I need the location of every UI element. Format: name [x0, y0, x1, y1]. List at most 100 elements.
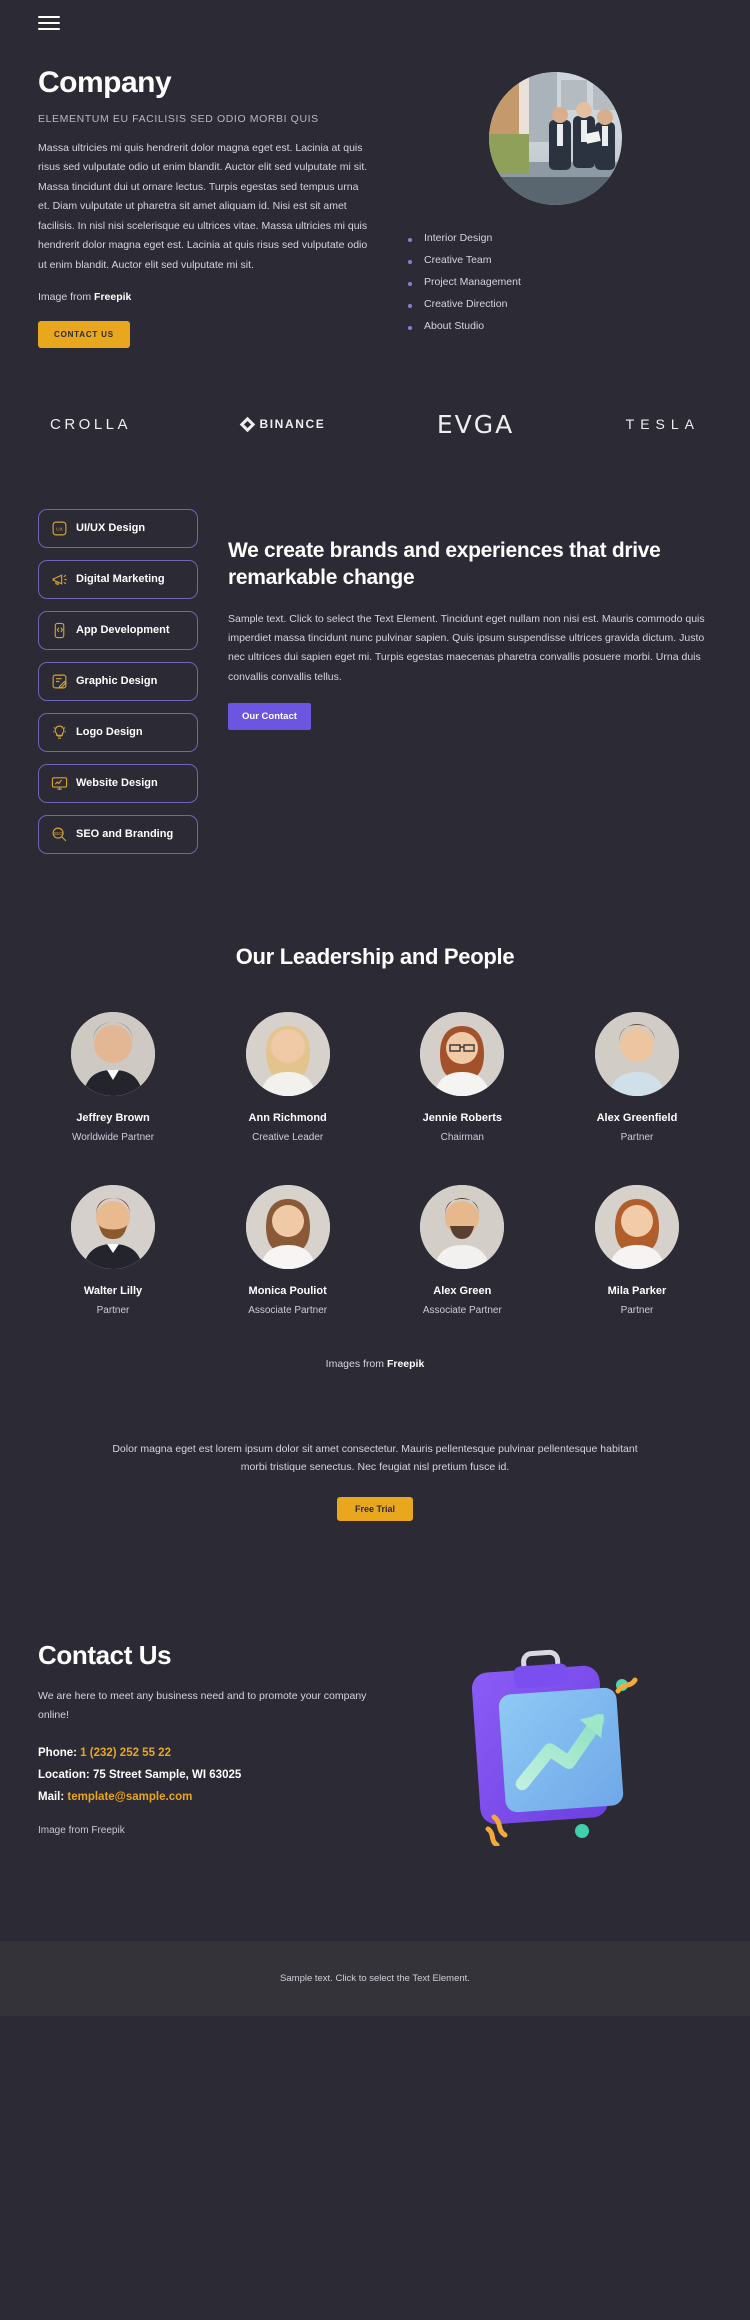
team-credit-brand: Freepik [386, 1357, 425, 1370]
service-pill-seo-branding[interactable]: SEO SEO and Branding [38, 814, 198, 854]
contact-location-row: Location: 75 Street Sample, WI 63025 [38, 1769, 368, 1781]
code-phone-icon [54, 622, 65, 639]
services-heading: We create brands and experiences that dr… [228, 538, 661, 590]
team-member[interactable]: Alex Greenfield Partner [562, 1011, 712, 1143]
member-name: Alex Greenfield [596, 1111, 678, 1124]
promo-section: Dolor magna eget est lorem ipsum dolor s… [0, 1370, 750, 1521]
hero-subtitle: ELEMENTUM EU FACILISIS SED ODIO MORBI QU… [38, 113, 319, 125]
member-name: Monica Pouliot [248, 1284, 327, 1297]
service-pill-label: Graphic Design [76, 675, 158, 688]
list-item[interactable]: Project Management [408, 271, 712, 293]
avatar [245, 1184, 330, 1269]
service-pill-label: App Development [76, 624, 170, 637]
lightbulb-icon [53, 725, 66, 739]
contact-location-label: Location: [38, 1769, 93, 1782]
avatar-graphic [71, 1011, 155, 1096]
service-pill-ui-ux-design[interactable]: UX UI/UX Design [38, 508, 198, 548]
avatar-graphic [71, 1184, 155, 1269]
member-role: Partner [620, 1304, 654, 1316]
hero-right-column: Interior Design Creative Team Project Ma… [398, 66, 712, 348]
member-role: Partner [96, 1304, 130, 1316]
member-role: Worldwide Partner [71, 1131, 155, 1143]
team-member[interactable]: Jeffrey Brown Worldwide Partner [38, 1011, 188, 1143]
megaphone-icon [52, 574, 67, 586]
contact-right-column [388, 1631, 712, 1846]
free-trial-button[interactable]: Free Trial [336, 1496, 414, 1521]
contact-mail-label: Mail: [38, 1791, 68, 1804]
list-item[interactable]: Creative Direction [408, 293, 712, 315]
service-pill-label: Digital Marketing [76, 573, 165, 586]
contact-mail-row: Mail: template@sample.com [38, 1791, 368, 1803]
avatar [420, 1011, 505, 1096]
hero-left-column: Company ELEMENTUM EU FACILISIS SED ODIO … [38, 66, 368, 348]
contact-heading: Contact Us [38, 1640, 172, 1671]
hero-credit-prefix: Image from [38, 290, 95, 303]
team-member[interactable]: Alex Green Associate Partner [387, 1184, 537, 1316]
monitor-chart-icon [51, 777, 68, 790]
footer: Sample text. Click to select the Text El… [0, 1940, 750, 2016]
our-contact-button[interactable]: Our Contact [228, 703, 311, 731]
logo-tesla: TESLA [625, 416, 700, 433]
partner-logos-row: CROLLA BINANCE EVGA TESLA [0, 348, 750, 487]
hero-photo-businessmen [488, 72, 622, 205]
contact-subtitle: We are here to meet any business need an… [38, 1690, 367, 1722]
contact-left-column: Contact Us We are here to meet any busin… [38, 1640, 368, 1836]
hamburger-menu-icon[interactable] [38, 16, 60, 30]
svg-text:SEO: SEO [54, 831, 64, 836]
top-bar [0, 0, 750, 46]
team-member[interactable]: Walter Lilly Partner [38, 1184, 188, 1316]
list-item[interactable]: Creative Team [408, 249, 712, 271]
service-pill-label: SEO and Branding [76, 828, 174, 841]
member-role: Partner [620, 1131, 654, 1143]
avatar [71, 1184, 155, 1269]
logo-crolla: CROLLA [50, 415, 132, 433]
member-name: Walter Lilly [83, 1284, 143, 1297]
service-pill-website-design[interactable]: Website Design [38, 763, 198, 803]
team-member[interactable]: Mila Parker Partner [562, 1184, 712, 1316]
team-member[interactable]: Monica Pouliot Associate Partner [213, 1184, 363, 1316]
team-member[interactable]: Jennie Roberts Chairman [387, 1011, 537, 1143]
avatar-graphic [594, 1184, 679, 1269]
list-item[interactable]: About Studio [408, 315, 712, 337]
avatar [245, 1011, 330, 1096]
avatar [420, 1184, 505, 1269]
list-item[interactable]: Interior Design [408, 227, 712, 249]
member-role: Chairman [440, 1131, 484, 1143]
avatar-graphic [245, 1011, 330, 1096]
avatar [71, 1011, 155, 1096]
office-photo-graphic [488, 72, 622, 205]
team-row-1: Jeffrey Brown Worldwide Partner Ann Rich… [38, 1011, 712, 1143]
avatar-graphic [420, 1184, 505, 1269]
member-name: Ann Richmond [248, 1111, 327, 1124]
services-content: We create brands and experiences that dr… [228, 509, 712, 854]
member-role: Creative Leader [252, 1131, 324, 1143]
contact-us-button[interactable]: CONTACT US [38, 320, 130, 348]
contact-phone-value[interactable]: 1 (232) 252 55 22 [80, 1747, 171, 1759]
service-pill-app-development[interactable]: App Development [38, 610, 198, 650]
member-role: Associate Partner [248, 1304, 328, 1316]
logo-evga: EVGA [436, 409, 515, 439]
svg-text:UX: UX [56, 527, 64, 533]
contact-section: Contact Us We are here to meet any busin… [0, 1521, 750, 1846]
binance-diamond-icon [240, 416, 256, 433]
contact-mail-value[interactable]: template@sample.com [67, 1791, 192, 1803]
service-pill-digital-marketing[interactable]: Digital Marketing [38, 559, 198, 599]
hero-feature-list: Interior Design Creative Team Project Ma… [398, 227, 712, 337]
service-pill-logo-design[interactable]: Logo Design [38, 712, 198, 752]
hero-body-text: Massa ultricies mi quis hendrerit dolor … [38, 142, 368, 271]
contact-location-value: 75 Street Sample, WI 63025 [92, 1769, 242, 1782]
services-body-text: Sample text. Click to select the Text El… [228, 612, 705, 683]
page-title: Company [38, 66, 172, 99]
avatar-graphic [245, 1184, 330, 1269]
member-role: Associate Partner [422, 1304, 502, 1316]
member-name: Mila Parker [607, 1284, 667, 1297]
team-images-credit: Images from Freepik [38, 1358, 712, 1370]
service-pill-graphic-design[interactable]: Graphic Design [38, 661, 198, 701]
hero-section: Company ELEMENTUM EU FACILISIS SED ODIO … [0, 46, 750, 348]
contact-phone-row: Phone: 1 (232) 252 55 22 [38, 1747, 368, 1759]
team-member[interactable]: Ann Richmond Creative Leader [213, 1011, 363, 1143]
hero-credit-brand: Freepik [94, 290, 132, 303]
service-pill-label: UI/UX Design [76, 522, 146, 535]
team-heading: Our Leadership and People [235, 943, 515, 969]
ux-square-icon: UX [52, 521, 67, 536]
